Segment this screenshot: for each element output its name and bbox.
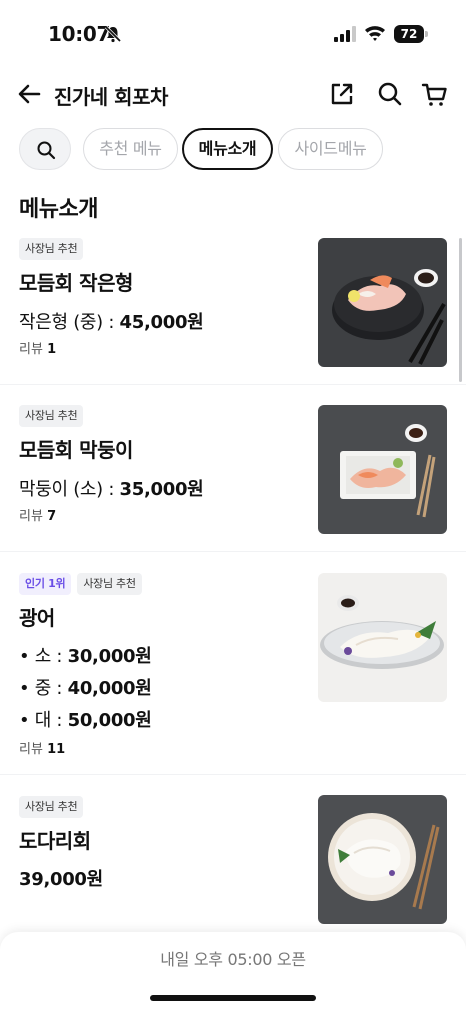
status-bar: 10:07 72 <box>0 0 466 70</box>
item-photo[interactable] <box>318 405 447 534</box>
review-count: 7 <box>47 509 57 524</box>
menu-item[interactable]: 사장님 추천 모듬회 막둥이 막둥이 (소) : 35,000원 리뷰 7 <box>0 405 466 551</box>
item-price-large: • 대 : 50,000원 <box>19 706 152 732</box>
owner-pick-badge: 사장님 추천 <box>19 796 84 818</box>
item-photo[interactable] <box>318 238 447 367</box>
badge-group: 인기 1위 사장님 추천 <box>19 573 142 595</box>
price-value: 45,000원 <box>119 312 204 333</box>
owner-pick-badge: 사장님 추천 <box>77 573 142 595</box>
tab-recommended[interactable]: 추천 메뉴 <box>83 128 178 170</box>
search-icon[interactable] <box>376 80 404 108</box>
item-photo[interactable] <box>318 795 447 924</box>
popular-badge: 인기 1위 <box>19 573 72 595</box>
share-icon[interactable] <box>328 80 356 108</box>
menu-item[interactable]: 사장님 추천 모듬회 작은형 작은형 (중) : 45,000원 리뷰 1 <box>0 238 466 384</box>
price-prefix: • 대 : <box>19 710 68 731</box>
owner-pick-badge: 사장님 추천 <box>19 405 84 427</box>
price-value: 50,000원 <box>67 710 152 731</box>
badge-group: 사장님 추천 <box>19 405 84 427</box>
item-name: 도다리회 <box>19 829 91 853</box>
item-name: 모듬회 막둥이 <box>19 438 133 462</box>
battery-level: 72 <box>394 25 424 43</box>
review-count: 11 <box>47 742 66 757</box>
divider <box>0 774 466 775</box>
badge-group: 사장님 추천 <box>19 796 84 818</box>
tab-menu-intro[interactable]: 메뉴소개 <box>182 128 273 170</box>
battery-icon: 72 <box>394 25 428 43</box>
item-review: 리뷰 7 <box>19 505 56 524</box>
wifi-icon <box>365 26 385 41</box>
item-name: 광어 <box>19 606 55 630</box>
open-time-label: 내일 오후 05:00 오픈 <box>160 950 306 969</box>
review-label: 리뷰 <box>19 342 48 357</box>
review-label: 리뷰 <box>19 742 48 757</box>
owner-pick-badge: 사장님 추천 <box>19 238 84 260</box>
menu-tabs: 추천 메뉴 메뉴소개 사이드메뉴 <box>0 128 466 172</box>
signal-icon <box>334 26 356 42</box>
menu-item[interactable]: 인기 1위 사장님 추천 광어 • 소 : 30,000원 • 중 : 40,0… <box>0 573 466 773</box>
header: 진가네 회포차 <box>0 72 466 116</box>
item-review: 리뷰 1 <box>19 338 56 357</box>
page-title: 진가네 회포차 <box>54 85 168 109</box>
item-price-medium: • 중 : 40,000원 <box>19 674 152 700</box>
status-time: 10:07 <box>48 22 111 46</box>
item-name: 모듬회 작은형 <box>19 271 133 295</box>
back-arrow-icon[interactable] <box>16 80 44 108</box>
price-prefix: 막둥이 (소) : <box>19 479 120 500</box>
tab-side-menu[interactable]: 사이드메뉴 <box>278 128 383 170</box>
price-value: 30,000원 <box>67 646 152 667</box>
review-count: 1 <box>47 342 57 357</box>
section-title: 메뉴소개 <box>19 197 98 222</box>
tab-search-button[interactable] <box>19 128 71 170</box>
price-value: 40,000원 <box>67 678 152 699</box>
menu-item[interactable]: 사장님 추천 도다리회 39,000원 <box>0 795 466 936</box>
item-review: 리뷰 11 <box>19 738 65 757</box>
price-value: 35,000원 <box>119 479 204 500</box>
badge-group: 사장님 추천 <box>19 238 84 260</box>
divider <box>0 551 466 552</box>
item-price: 작은형 (중) : 45,000원 <box>19 308 204 334</box>
price-prefix: • 소 : <box>19 646 68 667</box>
bottom-bar: 내일 오후 05:00 오픈 <box>0 932 466 1010</box>
divider <box>0 384 466 385</box>
item-price: 막둥이 (소) : 35,000원 <box>19 475 204 501</box>
home-indicator[interactable] <box>150 995 316 1001</box>
bell-off-icon <box>104 25 122 43</box>
item-price-small: • 소 : 30,000원 <box>19 642 152 668</box>
item-photo[interactable] <box>318 573 447 702</box>
search-icon <box>37 141 56 160</box>
price-prefix: • 중 : <box>19 678 68 699</box>
cart-icon[interactable] <box>421 80 449 108</box>
price-prefix: 작은형 (중) : <box>19 312 120 333</box>
review-label: 리뷰 <box>19 509 48 524</box>
item-price: 39,000원 <box>19 869 103 890</box>
